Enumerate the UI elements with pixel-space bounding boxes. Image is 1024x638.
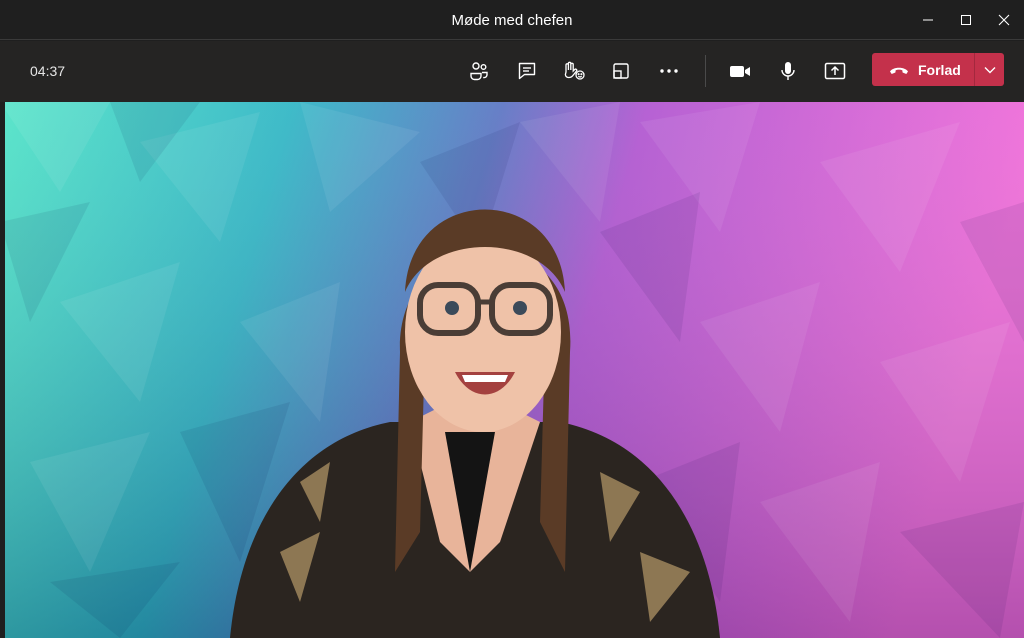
close-button[interactable] — [982, 0, 1024, 40]
chat-icon — [518, 62, 536, 80]
meeting-toolbar: 04:37 Forlad — [0, 41, 1024, 102]
mic-button[interactable] — [768, 51, 808, 91]
more-actions-button[interactable] — [649, 51, 689, 91]
close-icon — [998, 14, 1010, 26]
hang-up-icon — [890, 67, 908, 74]
toolbar-divider — [705, 55, 706, 87]
leave-button-group: Forlad — [872, 53, 1004, 86]
window-title: Møde med chefen — [451, 12, 573, 29]
chevron-down-icon — [984, 66, 995, 73]
share-screen-icon — [824, 62, 846, 80]
rooms-button[interactable] — [601, 51, 641, 91]
camera-icon — [730, 66, 750, 77]
meeting-timer: 04:37 — [30, 63, 66, 79]
window-frame-edge — [0, 102, 5, 638]
leave-button[interactable]: Forlad — [872, 53, 974, 86]
raise-hand-icon — [564, 61, 585, 80]
share-button[interactable] — [815, 51, 855, 91]
leave-options-button[interactable] — [975, 53, 1004, 86]
title-bar: Møde med chefen — [0, 0, 1024, 40]
minimize-icon — [923, 19, 933, 21]
reactions-button[interactable] — [554, 51, 594, 91]
more-icon — [660, 69, 678, 73]
people-icon — [470, 62, 488, 81]
participants-button[interactable] — [459, 51, 499, 91]
maximize-icon — [961, 15, 971, 25]
camera-button[interactable] — [720, 51, 760, 91]
leave-label: Forlad — [918, 61, 961, 78]
video-feed — [0, 102, 1024, 638]
chat-button[interactable] — [507, 51, 547, 91]
breakout-rooms-icon — [613, 63, 629, 79]
microphone-icon — [781, 62, 795, 80]
video-stage — [0, 102, 1024, 638]
